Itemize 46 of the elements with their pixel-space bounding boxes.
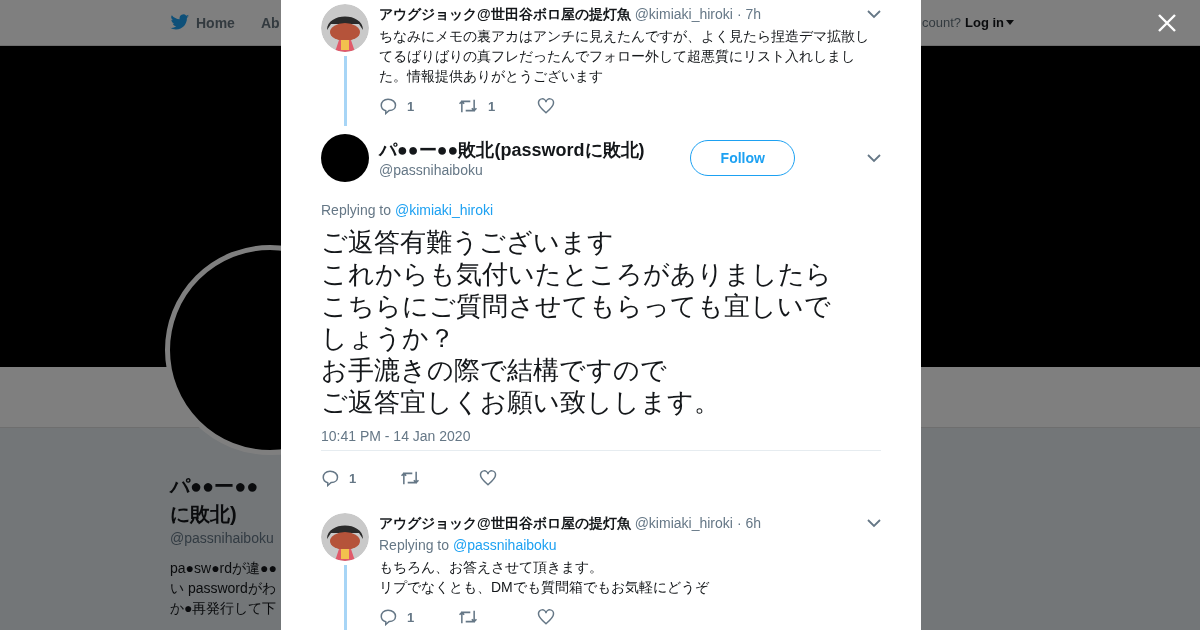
retweet-icon[interactable] <box>458 97 478 115</box>
profile-handle: @passnihaiboku <box>170 530 275 546</box>
avatar[interactable] <box>321 513 369 561</box>
heart-icon[interactable] <box>537 97 555 115</box>
caret-icon[interactable] <box>867 9 881 19</box>
login-link[interactable]: Log in <box>965 15 1014 30</box>
author-handle[interactable]: @kimiaki_hiroki <box>634 4 733 24</box>
reply-icon[interactable] <box>379 608 397 626</box>
nav-item[interactable]: Ab <box>260 14 280 31</box>
avatar[interactable] <box>321 4 369 52</box>
tweet-text: もちろん、お答えさせて頂きます。 リプでなくとも、DMでも質問箱でもお気軽にどうぞ <box>379 558 710 597</box>
reply-count: 1 <box>407 98 415 114</box>
author-name[interactable]: アウグジョック@世田谷ボロ屋の提灯魚 <box>379 513 631 533</box>
reply-count: 1 <box>349 470 357 486</box>
caret-icon[interactable] <box>1006 20 1014 25</box>
replying-to-text: Replying to @kimiaki_hiroki <box>321 202 495 218</box>
author-name[interactable]: パ●●ー●●敗北(passwordに敗北) <box>379 138 645 162</box>
retweet-icon[interactable] <box>458 608 478 626</box>
retweet-count: 1 <box>488 98 496 114</box>
caret-icon[interactable] <box>867 153 881 163</box>
tweet-timestamp[interactable]: 10:41 PM - 14 Jan 2020 <box>321 428 881 444</box>
author-handle[interactable]: @kimiaki_hiroki <box>634 513 733 533</box>
bird-icon <box>170 14 190 31</box>
caret-icon[interactable] <box>867 518 881 528</box>
retweet-icon[interactable] <box>400 469 420 487</box>
tweet-time[interactable]: · 6h <box>736 513 761 533</box>
reply-icon[interactable] <box>379 97 397 115</box>
profile-bio: pa●sw●rdが違●● い passwordがわ か●再発行して下 <box>170 559 278 618</box>
heart-icon[interactable] <box>537 608 555 626</box>
mention-link[interactable]: @kimiaki_hiroki <box>394 202 494 218</box>
close-icon[interactable] <box>1158 14 1176 32</box>
follow-button[interactable]: Follow <box>690 140 796 176</box>
author-name[interactable]: アウグジョック@世田谷ボロ屋の提灯魚 <box>379 4 631 24</box>
account-prompt: count? <box>921 15 961 30</box>
mention-link[interactable]: @passnihaiboku <box>452 537 557 553</box>
avatar[interactable] <box>321 134 369 182</box>
reply-icon[interactable] <box>321 469 339 487</box>
author-handle[interactable]: @passnihaiboku <box>379 162 645 178</box>
tweet-text: ご返答有難うございます これからも気付いたところがありましたら こちらにご質問させてもらっても宜しいで しょうか？ お手漉きの際で結構ですので ご返答宜しくお願い致しします。 <box>321 226 833 418</box>
heart-icon[interactable] <box>479 469 497 487</box>
profile-name: パ●●ー●● に敗北) <box>170 474 260 527</box>
replying-to-text: Replying to @passnihaiboku <box>379 537 558 553</box>
tweet-time[interactable]: · 7h <box>736 4 761 24</box>
nav-item[interactable]: Home <box>170 14 235 31</box>
reply-count: 1 <box>407 609 415 625</box>
tweet-text: ちなみにメモの裏アカはアンチに見えたんですが、よく見たら捏造デマ拡散してるばりばりの真フレだったんでフォロー外して超悪質にリスト入れしました。情報提供ありがとうございます <box>379 27 870 86</box>
